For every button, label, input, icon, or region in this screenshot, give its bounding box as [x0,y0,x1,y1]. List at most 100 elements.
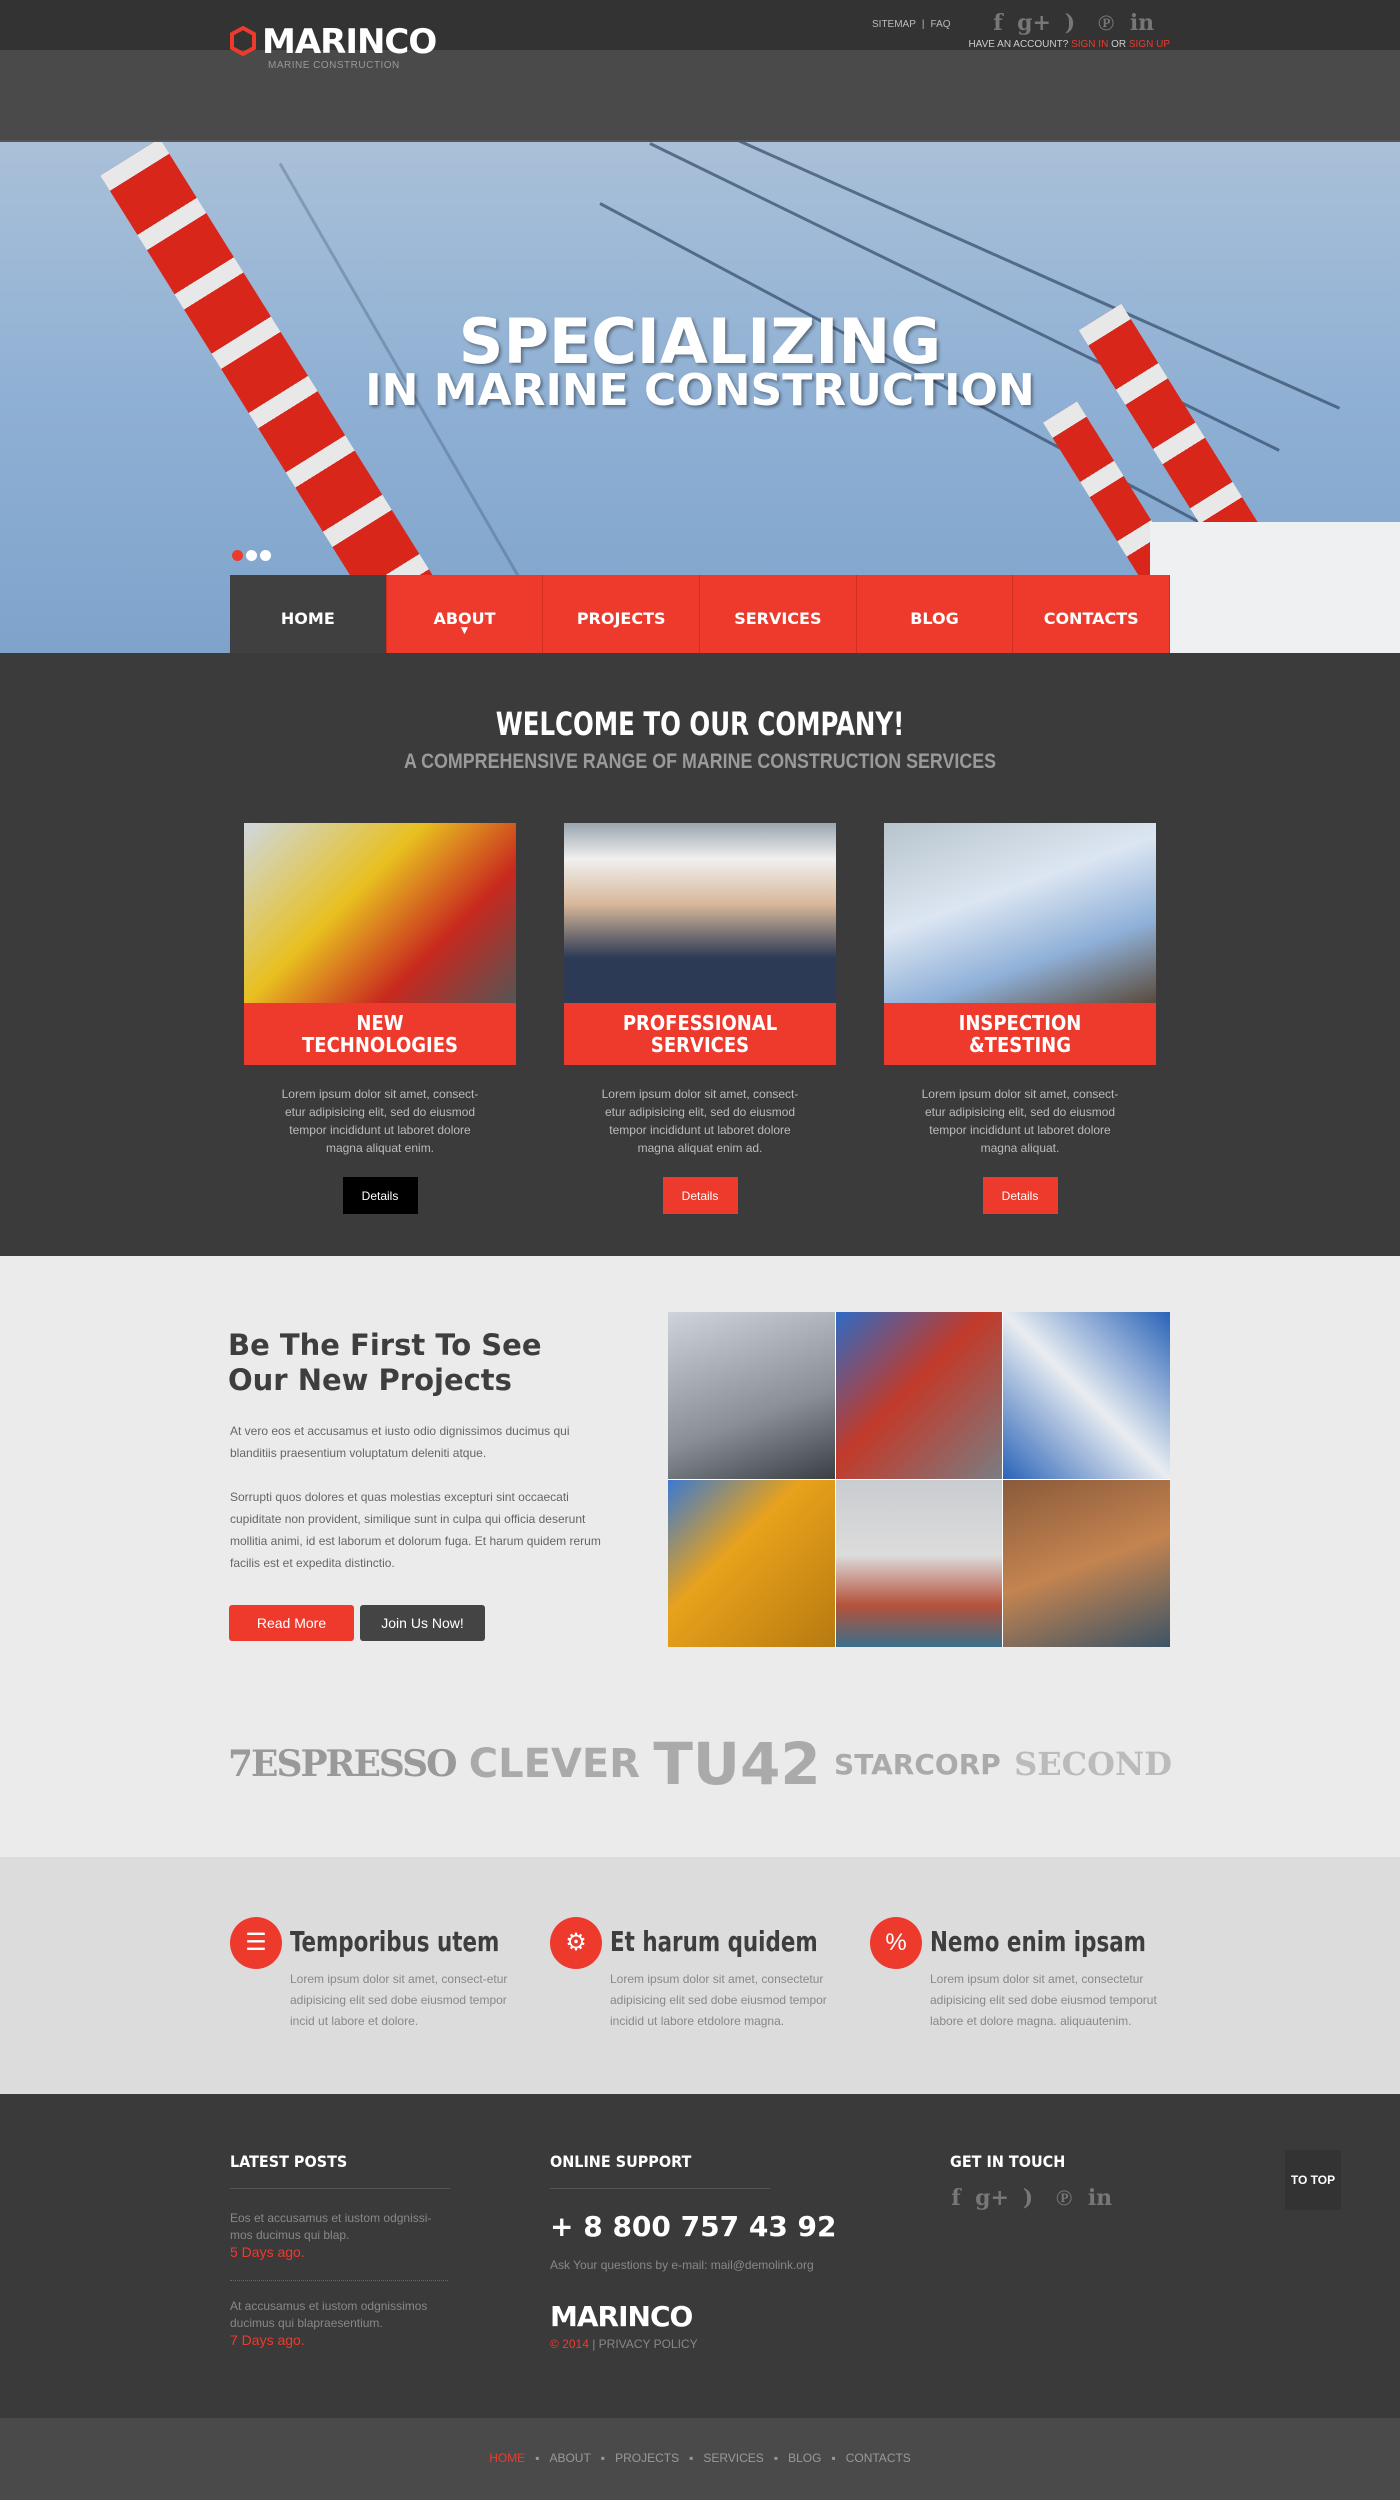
partner-logo[interactable]: CLEVER [469,1741,640,1787]
bottom-nav-contacts[interactable]: CONTACTS [846,2451,911,2465]
slider-dots [232,548,274,566]
footer-brand: MARINCO [550,2300,693,2333]
post-text: At accusamus et iustom odgnissimos ducim… [230,2299,428,2330]
welcome-title: WELCOME TO OUR COMPANY! [495,705,905,743]
hero-subtitle: IN MARINE CONSTRUCTION [365,365,1035,416]
details-button[interactable]: Details [662,1177,738,1214]
bottom-nav-projects[interactable]: PROJECTS [615,2451,679,2465]
feature-title: Temporibus utem [290,1925,500,1958]
google-plus-icon[interactable]: g+ [974,2185,1010,2211]
top-social-links: f g+) ℗ in [980,10,1160,36]
service-title: PROFESSIONAL SERVICES [564,1003,836,1065]
partner-logo[interactable]: STARCORP [834,1748,1001,1781]
slide-dot[interactable] [260,550,271,561]
footer [0,2094,1400,2418]
to-top-button[interactable]: TO TOP [1285,2150,1341,2210]
nav-label: SERVICES [734,609,822,628]
facebook-icon[interactable]: f [980,10,1016,36]
gallery-image[interactable] [835,1480,1003,1647]
nav-label: HOME [280,609,335,628]
bottom-nav-blog[interactable]: BLOG [788,2451,821,2465]
bullet-separator: ▪ [600,2451,606,2465]
gallery-image[interactable] [835,1312,1003,1479]
logo-tagline: MARINE CONSTRUCTION [268,60,400,71]
faq-link[interactable]: FAQ [931,19,951,30]
service-card: PROFESSIONAL SERVICES Lorem ipsum dolor s… [564,823,836,1214]
feature-text: Lorem ipsum dolor sit amet, consectetur … [610,1972,827,2028]
sign-up-link[interactable]: SIGN UP [1129,39,1170,50]
support-phone: + 8 800 757 43 92 [550,2210,837,2243]
logo[interactable]: MARINCO [230,22,437,62]
pinterest-icon[interactable]: ℗ [1046,2185,1082,2211]
nav-label: PROJECTS [576,609,666,628]
read-more-button[interactable]: Read More [229,1605,354,1641]
separator: | [921,19,925,30]
partner-logo[interactable]: 7ESPRESSO [228,1743,457,1785]
post-item[interactable]: Eos et accusamus et iustom odgnissi-mos … [230,2210,450,2261]
service-card: NEW TECHNOLOGIES Lorem ipsum dolor sit am… [244,823,516,1214]
top-links: SITEMAP | FAQ [872,19,957,30]
project-gallery [668,1312,1170,1647]
projects-text: At vero eos et accusamus et iusto odio d… [230,1420,610,1596]
pinterest-icon[interactable]: ℗ [1088,10,1124,36]
gear-info-icon: ⚙ [550,1917,602,1969]
linkedin-icon[interactable]: in [1082,2185,1118,2211]
slide-dot[interactable] [246,550,257,561]
gallery-image[interactable] [1003,1480,1170,1647]
bullet-separator: ▪ [689,2451,694,2465]
linkedin-icon[interactable]: in [1124,10,1160,36]
join-us-button[interactable]: Join Us Now! [360,1605,485,1641]
bullet-separator: ▪ [535,2451,540,2465]
google-plus-icon[interactable]: g+ [1016,10,1052,36]
slide-dot[interactable] [232,550,243,561]
rss-icon[interactable]: ) [1010,2185,1046,2211]
service-text: Lorem ipsum dolor sit amet, consect-etur… [921,1087,1119,1155]
service-title: NEW TECHNOLOGIES [244,1003,516,1065]
footer-social-links: f g+) ℗ in [938,2185,1118,2211]
projects-paragraph: Sorrupti quos dolores et quas molestias … [230,1490,601,1570]
hexagon-logo-icon [230,26,256,56]
partner-logo[interactable]: SECOND [1014,1745,1172,1783]
feature-title: Et harum quidem [610,1925,818,1958]
post-item[interactable]: At accusamus et iustom odgnissimos ducim… [230,2298,450,2349]
details-button[interactable]: Details [342,1177,418,1214]
nav-item-projects[interactable]: PROJECTS [543,575,701,662]
feature-text: Lorem ipsum dolor sit amet, consectetur … [930,1972,1157,2028]
logo-text: MARINCO [262,22,437,62]
nav-item-about[interactable]: ABOUT ▼ [386,575,544,662]
projects-title: Be The First To See Our New Projects [228,1328,542,1397]
service-image [884,823,1156,1003]
bottom-nav-about[interactable]: ABOUT [549,2451,590,2465]
service-text: Lorem ipsum dolor sit amet, consect-etur… [281,1087,479,1155]
support-email[interactable]: Ask Your questions by e-mail: mail@demol… [550,2258,814,2272]
post-text: Eos et accusamus et iustom odgnissi-mos … [230,2211,432,2242]
bottom-nav-services[interactable]: SERVICES [703,2451,763,2465]
sitemap-link[interactable]: SITEMAP [872,19,916,30]
nav-item-contacts[interactable]: CONTACTS [1013,575,1171,662]
latest-posts-title: LATEST POSTS [230,2152,348,2171]
gallery-image[interactable] [668,1480,835,1647]
gallery-image[interactable] [1003,1312,1170,1479]
get-in-touch-title: GET IN TOUCH [950,2152,1066,2171]
bottom-nav-home[interactable]: HOME [489,2451,525,2465]
main-nav: HOME ABOUT ▼ PROJECTS SERVICES BLOG CONTACTS [230,575,1171,662]
account-links: HAVE AN ACCOUNT? SIGN IN OR SIGN UP [968,39,1170,50]
tablet-touch-icon: ☰ [230,1917,282,1969]
nav-item-blog[interactable]: BLOG [856,575,1014,662]
header [0,50,1400,142]
facebook-icon[interactable]: f [938,2185,974,2211]
details-button[interactable]: Details [982,1177,1058,1214]
rss-icon[interactable]: ) [1052,10,1088,36]
nav-item-services[interactable]: SERVICES [700,575,857,662]
gallery-image[interactable] [668,1312,835,1479]
bullet-separator: ▪ [773,2451,779,2465]
chevron-down-icon: ▼ [461,626,468,636]
nav-item-home[interactable]: HOME [230,575,387,662]
partner-logo[interactable]: TU42 [653,1730,820,1798]
copyright: © 2014 [550,2337,589,2351]
nav-label: CONTACTS [1043,609,1139,628]
feature-title: Nemo enim ipsam [930,1925,1146,1958]
privacy-policy-link[interactable]: | PRIVACY POLICY [592,2337,697,2351]
sign-in-link[interactable]: SIGN IN [1071,39,1108,50]
calculator-percent-icon: % [870,1917,922,1969]
